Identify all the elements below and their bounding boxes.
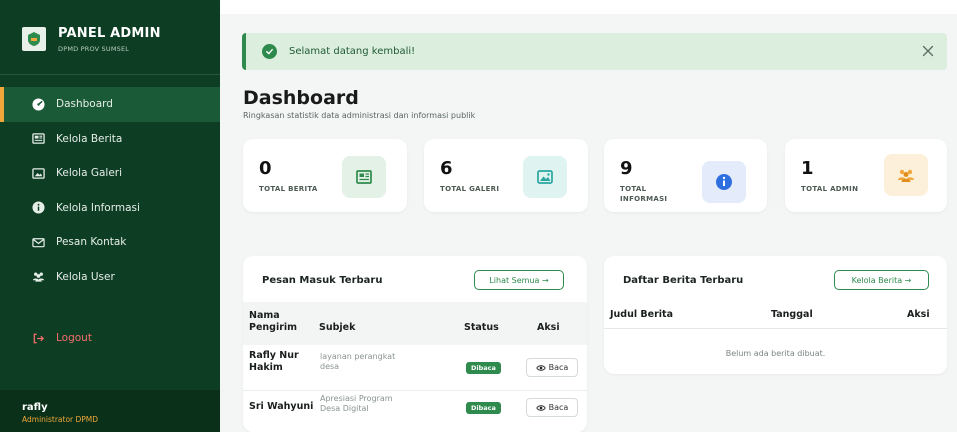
sidebar-item-label: Logout bbox=[56, 332, 92, 345]
eye-icon bbox=[535, 364, 546, 371]
message-subject: Apresiasi Program Desa Digital bbox=[320, 394, 393, 414]
table-header: Nama Pengirim Subjek Status Aksi bbox=[243, 302, 587, 345]
stat-card-admin: 1 TOTAL ADMIN bbox=[785, 139, 947, 212]
sidebar-item-kelola-berita[interactable]: Kelola Berita bbox=[0, 122, 220, 157]
sidebar-item-kelola-informasi[interactable]: Kelola Informasi bbox=[0, 191, 220, 226]
stat-label: TOTAL GALERI bbox=[440, 185, 500, 193]
column-header-name: Nama Pengirim bbox=[249, 310, 297, 334]
read-button[interactable]: Baca bbox=[526, 358, 578, 377]
sidebar-item-logout[interactable]: Logout bbox=[0, 321, 220, 356]
user-role: Administrator DPMD bbox=[22, 415, 99, 424]
column-header-title: Judul Berita bbox=[610, 309, 674, 320]
brand-subtitle: DPMD PROV SUMSEL bbox=[58, 45, 130, 53]
sidebar-item-dashboard[interactable]: Dashboard bbox=[0, 87, 220, 122]
column-header-action: Aksi bbox=[907, 309, 930, 320]
messages-panel: Pesan Masuk Terbaru Lihat Semua → Nama P… bbox=[243, 256, 587, 432]
read-button-label: Baca bbox=[548, 363, 569, 372]
panel-title: Pesan Masuk Terbaru bbox=[262, 275, 383, 286]
stat-card-galeri: 6 TOTAL GALERI bbox=[424, 139, 588, 212]
stat-card-berita: 0 TOTAL BERITA bbox=[243, 139, 407, 212]
status-badge: Dibaca bbox=[466, 362, 501, 374]
stat-card-informasi: 9 TOTAL INFORMASI bbox=[604, 139, 767, 212]
info-icon bbox=[31, 201, 45, 215]
sidebar-item-label: Kelola User bbox=[56, 270, 115, 283]
stat-value: 9 bbox=[620, 158, 633, 179]
info-icon bbox=[702, 161, 746, 203]
dashboard-icon bbox=[31, 97, 45, 111]
image-icon bbox=[523, 156, 567, 198]
sidebar-item-kelola-galeri[interactable]: Kelola Galeri bbox=[0, 156, 220, 191]
panel-title: Daftar Berita Terbaru bbox=[623, 275, 744, 286]
column-header-date: Tanggal bbox=[771, 309, 813, 320]
sidebar-item-label: Pesan Kontak bbox=[56, 236, 127, 249]
stat-label: TOTAL BERITA bbox=[259, 185, 318, 193]
column-header-line: Pengirim bbox=[249, 322, 298, 333]
stat-label: TOTAL INFORMASI bbox=[620, 184, 667, 204]
sidebar-menu: Dashboard Kelola Berita Kelola Galeri Ke… bbox=[0, 87, 220, 356]
sidebar-item-label: Dashboard bbox=[56, 98, 113, 111]
sidebar-item-label: Kelola Berita bbox=[56, 132, 123, 145]
alert-text: Selamat datang kembali! bbox=[289, 46, 416, 57]
newspaper-icon bbox=[342, 156, 386, 198]
brand-title: PANEL ADMIN bbox=[58, 26, 161, 41]
row-divider bbox=[243, 390, 587, 391]
brand[interactable]: PANEL ADMIN DPMD PROV SUMSEL bbox=[0, 0, 220, 75]
envelope-icon bbox=[31, 235, 45, 249]
column-header-subject: Subjek bbox=[319, 322, 356, 333]
page-subtitle: Ringkasan statistik data administrasi da… bbox=[243, 111, 476, 120]
stat-value: 6 bbox=[440, 158, 453, 179]
stat-value: 1 bbox=[801, 158, 814, 179]
sender-name: Rafly Nur Hakim bbox=[249, 350, 299, 374]
stat-label-line: TOTAL bbox=[620, 185, 647, 193]
sidebar-item-label: Kelola Informasi bbox=[56, 201, 140, 214]
sidebar-item-pesan-kontak[interactable]: Pesan Kontak bbox=[0, 225, 220, 260]
page-title: Dashboard bbox=[243, 87, 359, 109]
sender-name-line: Rafly Nur bbox=[249, 350, 299, 361]
sender-name-line: Hakim bbox=[249, 362, 283, 373]
logo-icon bbox=[22, 27, 46, 51]
read-button[interactable]: Baca bbox=[526, 398, 578, 417]
sidebar: PANEL ADMIN DPMD PROV SUMSEL Dashboard K… bbox=[0, 0, 220, 432]
users-icon bbox=[884, 154, 928, 196]
stat-value: 0 bbox=[259, 158, 272, 179]
subject-line: Apresiasi Program bbox=[320, 394, 393, 403]
users-icon bbox=[31, 270, 45, 284]
topbar bbox=[220, 0, 957, 14]
subject-line: Desa Digital bbox=[320, 404, 369, 413]
subject-line: layanan perangkat bbox=[320, 352, 396, 361]
sender-name: Sri Wahyuni bbox=[249, 401, 314, 412]
column-header-line: Nama bbox=[249, 310, 280, 321]
news-panel: Daftar Berita Terbaru Kelola Berita → Ju… bbox=[604, 256, 947, 374]
subject-line: desa bbox=[320, 362, 340, 371]
empty-state-text: Belum ada berita dibuat. bbox=[725, 349, 826, 358]
check-icon bbox=[262, 44, 277, 59]
sidebar-user: rafly Administrator DPMD bbox=[0, 390, 220, 432]
eye-icon bbox=[535, 404, 546, 411]
stat-label-line: INFORMASI bbox=[620, 195, 668, 203]
column-header-status: Status bbox=[464, 322, 499, 333]
image-icon bbox=[31, 166, 45, 180]
manage-news-button[interactable]: Kelola Berita → bbox=[834, 270, 929, 290]
table-header: Judul Berita Tanggal Aksi bbox=[604, 302, 947, 329]
status-badge: Dibaca bbox=[466, 402, 501, 414]
stat-label: TOTAL ADMIN bbox=[801, 185, 859, 193]
column-header-action: Aksi bbox=[537, 322, 560, 333]
sidebar-item-label: Kelola Galeri bbox=[56, 167, 123, 180]
read-button-label: Baca bbox=[548, 403, 569, 412]
user-name: rafly bbox=[22, 402, 48, 413]
newspaper-icon bbox=[31, 132, 45, 146]
message-subject: layanan perangkat desa bbox=[320, 352, 395, 372]
welcome-alert: Selamat datang kembali! bbox=[242, 33, 947, 70]
view-all-button[interactable]: Lihat Semua → bbox=[474, 270, 564, 290]
sidebar-item-kelola-user[interactable]: Kelola User bbox=[0, 260, 220, 295]
close-icon[interactable] bbox=[921, 44, 935, 58]
logout-icon bbox=[31, 331, 45, 345]
main-content: Selamat datang kembali! Dashboard Ringka… bbox=[220, 0, 957, 432]
